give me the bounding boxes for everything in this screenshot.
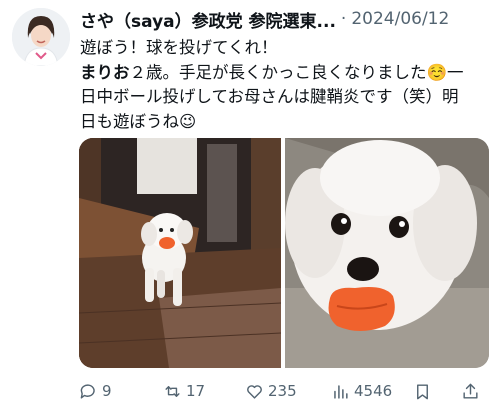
views-button[interactable]: 4546: [331, 378, 392, 404]
post-text-line: 日中ボール投げしてお母さんは腱鞘炎です（笑）明: [80, 85, 490, 110]
post-text-segment: 日中ボール投げしてお母さんは腱鞘炎です（笑）明: [80, 87, 459, 106]
post-text-bold: まりお: [80, 62, 130, 82]
view-count: 4546: [354, 382, 393, 400]
heart-icon: [247, 384, 262, 399]
post-text-line: まりお２歳。手足が長くかっこ良くなりました☺️一: [80, 61, 490, 86]
post-text-segment: ２歳。手足が長くかっこ良くなりました☺️一: [129, 62, 464, 82]
post-text-segment: 日も遊ぼうね😉: [80, 111, 197, 131]
bookmark-icon: [417, 383, 428, 399]
reply-count: 9: [102, 382, 112, 400]
post-text-segment: 遊ぼう！球を投げてくれ！: [80, 38, 278, 57]
dog-standing-image: [79, 138, 281, 368]
post-text-line: 遊ぼう！球を投げてくれ！: [80, 36, 490, 61]
author-name[interactable]: さや（saya）参政党 参院選東...: [80, 7, 336, 32]
repost-button[interactable]: 17: [163, 378, 205, 404]
post-text-line: 日も遊ぼうね😉: [80, 110, 490, 135]
dog-closeup-image: [285, 138, 489, 368]
reply-icon: [80, 383, 95, 399]
bookmark-button[interactable]: [413, 378, 432, 404]
share-icon: [463, 383, 478, 399]
repost-count: 17: [186, 382, 206, 400]
post-date[interactable]: 2024/06/12: [351, 9, 449, 29]
avatar[interactable]: [12, 8, 70, 66]
views-bar-chart-icon: [334, 384, 348, 399]
share-button[interactable]: [461, 378, 480, 404]
avatar-image: [12, 8, 70, 66]
photo-dog-closeup[interactable]: [285, 138, 489, 368]
photo-dog-standing[interactable]: [79, 138, 281, 368]
post-text: 遊ぼう！球を投げてくれ！ まりお２歳。手足が長くかっこ良くなりました☺️一 日中ボー…: [80, 36, 490, 134]
like-count: 235: [268, 382, 297, 400]
like-button[interactable]: 235: [245, 378, 297, 404]
action-bar: 9 17 235 4546: [79, 378, 488, 404]
header-separator: ·: [340, 9, 347, 29]
reply-button[interactable]: 9: [79, 378, 112, 404]
post-header: さや（saya）参政党 参院選東... · 2024/06/12: [80, 7, 488, 32]
repost-icon: [165, 385, 180, 397]
media-gallery: [79, 138, 489, 368]
